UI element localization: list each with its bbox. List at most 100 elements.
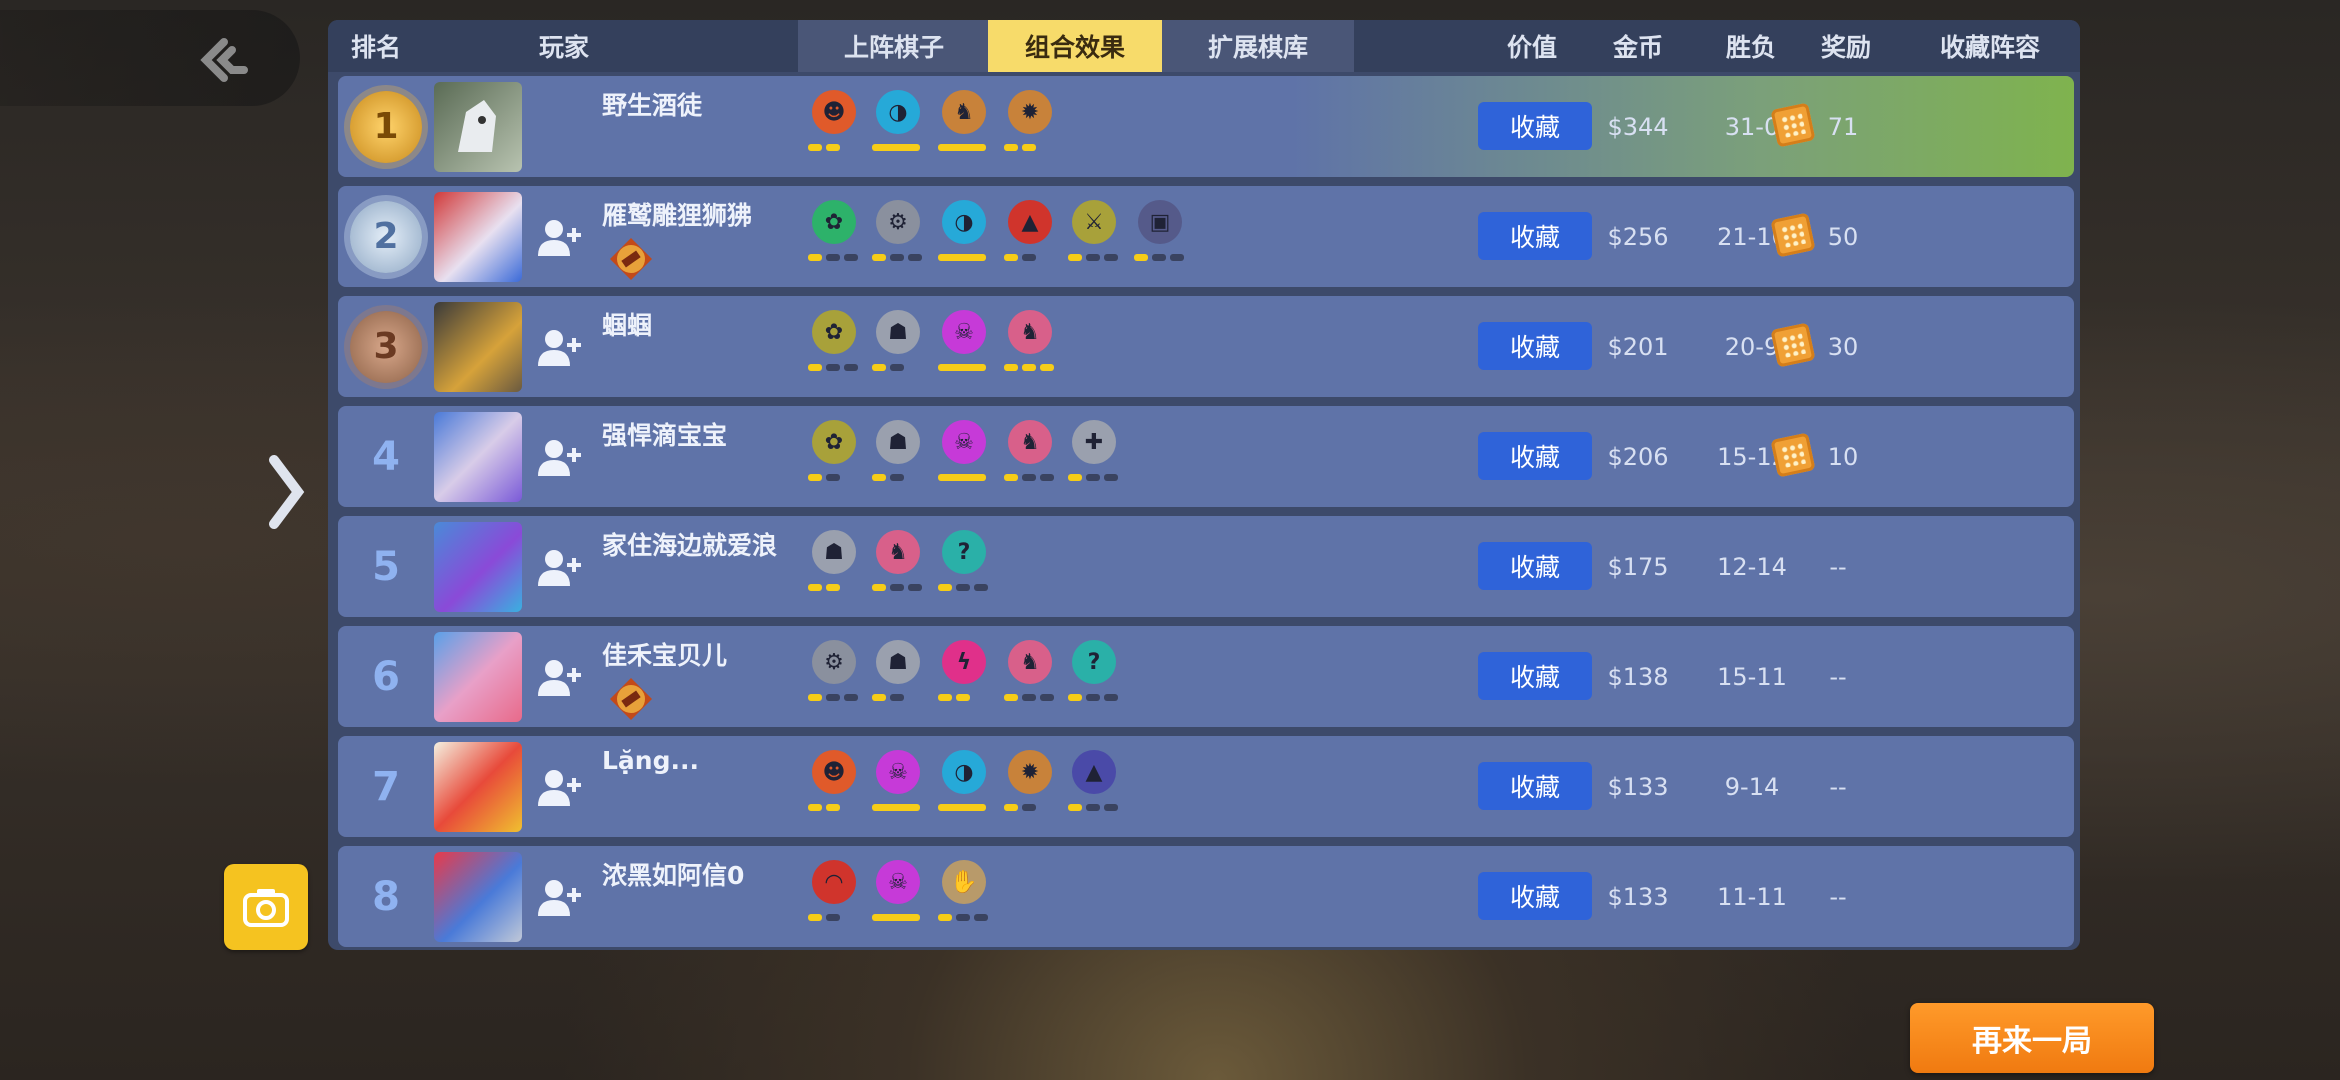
synergy-icon: ♞ <box>942 90 986 134</box>
table-row: 7 Lặng... ☻ ☠ ◑ ✹ ▲ $25 $133 9-14 -- 收藏 <box>338 736 2074 837</box>
synergy-icon: ▣ <box>1138 200 1182 244</box>
add-friend-icon[interactable] <box>536 548 586 592</box>
synergy-item[interactable]: ◑ <box>870 90 926 160</box>
gold-cell: $201 <box>1607 332 1669 361</box>
rank-cell: 6 <box>372 653 400 700</box>
synergy-icon: ☻ <box>812 90 856 134</box>
synergy-item[interactable]: ◠ <box>806 860 862 930</box>
synergy-icon: ? <box>1072 640 1116 684</box>
synergy-item[interactable]: ? <box>936 530 992 600</box>
synergy-icon: ◠ <box>812 860 856 904</box>
synergy-icon: ✿ <box>812 420 856 464</box>
synergy-item[interactable]: ✹ <box>1002 750 1058 820</box>
add-friend-icon[interactable] <box>536 658 586 702</box>
player-name[interactable]: Lặng... <box>602 746 699 775</box>
col-gold: 金币 <box>1612 33 1663 62</box>
tab-synergy[interactable]: 组合效果 <box>988 20 1162 72</box>
play-again-button[interactable]: 再来一局 <box>1910 1003 2154 1073</box>
add-friend-icon[interactable] <box>536 438 586 482</box>
synergy-item[interactable]: ♞ <box>936 90 992 160</box>
favorite-button[interactable]: 收藏 <box>1478 542 1592 590</box>
synergy-icon: ☠ <box>876 750 920 794</box>
synergy-item[interactable]: ✹ <box>1002 90 1058 160</box>
favorite-button[interactable]: 收藏 <box>1478 102 1592 150</box>
avatar[interactable] <box>434 412 522 502</box>
tab-pieces[interactable]: 上阵棋子 <box>798 20 990 72</box>
player-name[interactable]: 蝈蝈 <box>602 306 652 342</box>
expand-arrow-icon[interactable] <box>262 452 310 532</box>
synergy-icon: ✿ <box>812 310 856 354</box>
synergy-item[interactable]: ✿ <box>806 420 862 490</box>
avatar[interactable] <box>434 852 522 942</box>
record-cell: 11-11 <box>1717 882 1787 911</box>
synergy-icon: ☠ <box>876 860 920 904</box>
avatar[interactable] <box>434 302 522 392</box>
synergy-item[interactable]: ☗ <box>870 420 926 490</box>
favorite-button[interactable]: 收藏 <box>1478 322 1592 370</box>
synergy-icon: ♞ <box>1008 420 1052 464</box>
player-name[interactable]: 浓黑如阿信0 <box>602 856 744 892</box>
gold-cell: $256 <box>1607 222 1669 251</box>
synergy-item[interactable]: ✿ <box>806 310 862 380</box>
favorite-button[interactable]: 收藏 <box>1478 652 1592 700</box>
synergy-item[interactable]: ☻ <box>806 90 862 160</box>
synergy-item[interactable]: ⚔ <box>1066 200 1122 270</box>
synergy-icon: ▲ <box>1008 200 1052 244</box>
player-name[interactable]: 野生酒徒 <box>602 86 702 122</box>
synergy-item[interactable]: ▲ <box>1002 200 1058 270</box>
synergy-item[interactable]: ✚ <box>1066 420 1122 490</box>
synergy-item[interactable]: ♞ <box>1002 310 1058 380</box>
synergy-icon: ♞ <box>876 530 920 574</box>
player-name[interactable]: 佳禾宝贝儿 <box>602 636 727 672</box>
bronze-medal-icon: 3 <box>350 310 422 383</box>
avatar[interactable] <box>434 522 522 612</box>
synergy-item[interactable]: ♞ <box>1002 640 1058 710</box>
synergy-item[interactable]: ☠ <box>936 310 992 380</box>
favorite-button[interactable]: 收藏 <box>1478 762 1592 810</box>
favorite-button[interactable]: 收藏 <box>1478 432 1592 480</box>
synergy-item[interactable]: ◑ <box>936 200 992 270</box>
synergy-item[interactable]: ϟ <box>936 640 992 710</box>
tab-extended[interactable]: 扩展棋库 <box>1162 20 1354 72</box>
back-arrow-icon <box>200 38 248 82</box>
synergy-icon: ⚙ <box>876 200 920 244</box>
synergy-item[interactable]: ♞ <box>870 530 926 600</box>
synergy-item[interactable]: ♞ <box>1002 420 1058 490</box>
favorite-button[interactable]: 收藏 <box>1478 212 1592 260</box>
record-cell: 15-11 <box>1717 662 1787 691</box>
avatar[interactable] <box>434 192 522 282</box>
synergy-item[interactable]: ☻ <box>806 750 862 820</box>
player-name[interactable]: 家住海边就爱浪 <box>602 526 777 562</box>
synergy-item[interactable]: ✿ <box>806 200 862 270</box>
avatar[interactable] <box>434 82 522 172</box>
synergy-icon: ✋ <box>942 860 986 904</box>
synergy-item[interactable]: ? <box>1066 640 1122 710</box>
col-value: 价值 <box>1506 33 1557 62</box>
gold-cell: $344 <box>1607 112 1669 141</box>
synergy-item[interactable]: ⚙ <box>870 200 926 270</box>
player-name[interactable]: 强悍滴宝宝 <box>602 416 727 452</box>
synergy-icon: ✚ <box>1072 420 1116 464</box>
avatar[interactable] <box>434 632 522 722</box>
synergy-item[interactable]: ◑ <box>936 750 992 820</box>
synergy-item[interactable]: ☠ <box>936 420 992 490</box>
add-friend-icon[interactable] <box>536 768 586 812</box>
synergy-item[interactable]: ▣ <box>1132 200 1188 270</box>
avatar[interactable] <box>434 742 522 832</box>
rank-cell: 8 <box>372 873 400 920</box>
back-button[interactable] <box>0 10 300 106</box>
synergy-item[interactable]: ☗ <box>870 640 926 710</box>
synergy-item[interactable]: ☠ <box>870 750 926 820</box>
synergy-item[interactable]: ☗ <box>806 530 862 600</box>
player-name[interactable]: 雁鹫雕狸狮狒 <box>602 196 752 232</box>
synergy-item[interactable]: ▲ <box>1066 750 1122 820</box>
add-friend-icon[interactable] <box>536 878 586 922</box>
synergy-item[interactable]: ☗ <box>870 310 926 380</box>
synergy-item[interactable]: ⚙ <box>806 640 862 710</box>
synergy-item[interactable]: ✋ <box>936 860 992 930</box>
add-friend-icon[interactable] <box>536 218 586 262</box>
favorite-button[interactable]: 收藏 <box>1478 872 1592 920</box>
synergy-item[interactable]: ☠ <box>870 860 926 930</box>
screenshot-button[interactable] <box>224 864 308 950</box>
add-friend-icon[interactable] <box>536 328 586 372</box>
